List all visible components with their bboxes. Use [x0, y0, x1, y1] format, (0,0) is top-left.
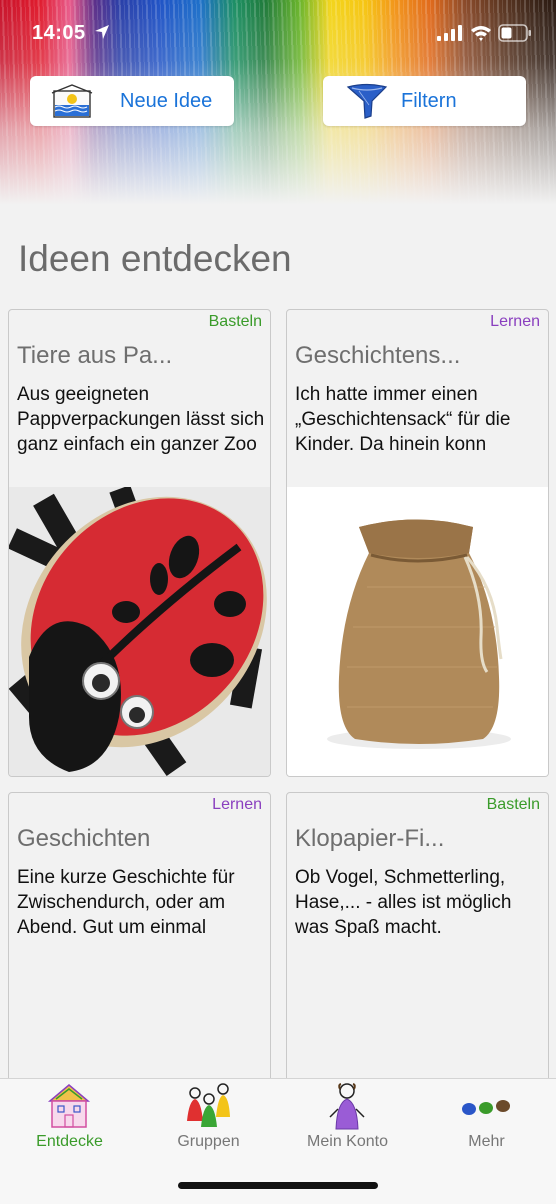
cellular-signal-icon	[437, 25, 462, 41]
ladybug-craft-image	[9, 487, 270, 776]
card-category: Basteln	[208, 313, 262, 330]
new-idea-label: Neue Idee	[120, 89, 213, 112]
card-category: Lernen	[212, 796, 262, 813]
tab-mein-konto[interactable]: Mein Konto	[278, 1079, 417, 1169]
card-title: Geschichten	[17, 825, 151, 852]
card-title: Klopapier-Fi...	[295, 825, 445, 852]
tab-gruppen[interactable]: Gruppen	[139, 1079, 278, 1169]
house-drawing-icon	[47, 1084, 91, 1128]
tab-label: Entdecke	[36, 1133, 103, 1150]
status-bar: 14:05	[0, 18, 556, 52]
idea-card[interactable]: Basteln Tiere aus Pa... Aus geeigneten P…	[8, 309, 271, 777]
card-category: Lernen	[490, 313, 540, 330]
burlap-sack-image	[287, 487, 548, 776]
wifi-icon	[471, 26, 491, 41]
card-description: Ob Vogel, Schmetterling, Hase,... - alle…	[295, 867, 512, 938]
idea-card[interactable]: Basteln Klopapier-Fi... Ob Vogel, Schmet…	[286, 792, 549, 1094]
card-title: Tiere aus Pa...	[17, 342, 173, 369]
card-title: Geschichtens...	[295, 342, 461, 369]
battery-icon	[498, 24, 531, 42]
status-time: 14:05	[32, 22, 86, 44]
tab-label: Mein Konto	[307, 1133, 388, 1150]
person-drawing-icon	[329, 1083, 365, 1130]
tab-label: Gruppen	[177, 1133, 240, 1150]
page-title: Ideen entdecken	[18, 238, 292, 279]
idea-card[interactable]: Lernen Geschichtens... Ich hatte immer e…	[286, 309, 549, 777]
filter-button[interactable]: Filtern	[323, 76, 526, 126]
card-description: Ich hatte immer einen „Geschichtensack“ …	[295, 384, 511, 455]
new-idea-drawing-icon	[51, 84, 93, 118]
card-category: Basteln	[486, 796, 540, 813]
people-drawing-icon	[187, 1083, 230, 1127]
dots-drawing-icon	[462, 1100, 510, 1115]
home-indicator	[178, 1182, 378, 1189]
tab-entdecke[interactable]: Entdecke	[0, 1079, 139, 1169]
funnel-drawing-icon	[346, 83, 388, 119]
idea-card[interactable]: Lernen Geschichten Eine kurze Geschichte…	[8, 792, 271, 1094]
tab-label: Mehr	[468, 1133, 505, 1150]
tab-mehr[interactable]: Mehr	[417, 1079, 556, 1169]
filter-label: Filtern	[401, 89, 457, 112]
card-description: Eine kurze Geschichte für Zwischendurch,…	[17, 867, 235, 938]
location-arrow-icon	[95, 25, 109, 39]
card-description: Aus geeigneten Pappverpackungen lässt si…	[17, 384, 265, 455]
new-idea-button[interactable]: Neue Idee	[30, 76, 234, 126]
